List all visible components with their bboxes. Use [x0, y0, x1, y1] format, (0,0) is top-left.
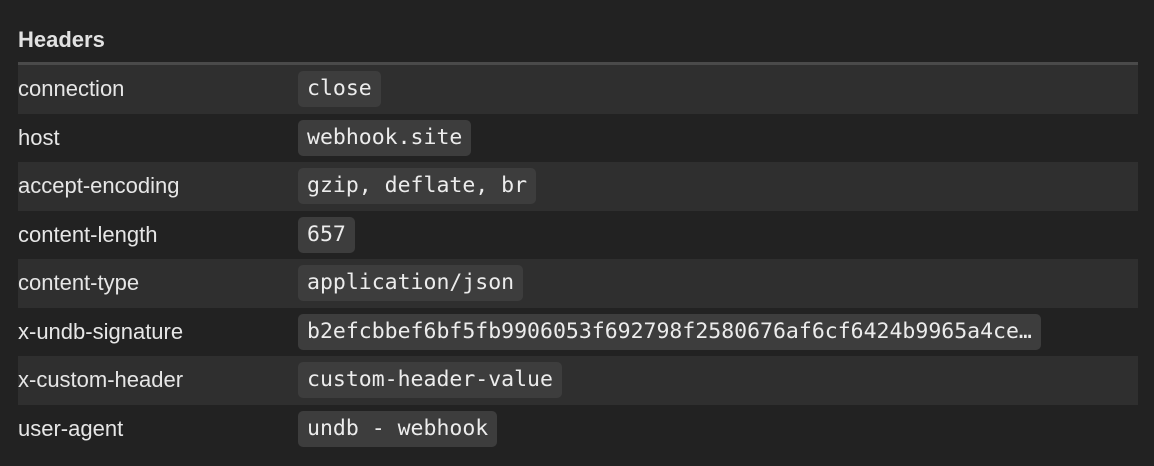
header-key: connection	[18, 76, 125, 102]
header-key: content-length	[18, 221, 158, 247]
header-value: gzip, deflate, br	[298, 168, 537, 205]
headers-table: connection close host webhook.site accep…	[18, 65, 1138, 453]
header-key: content-type	[18, 270, 140, 296]
header-value: undb - webhook	[298, 410, 498, 447]
header-key: x-custom-header	[18, 367, 184, 393]
header-key: user-agent	[18, 415, 124, 441]
header-key: x-undb-signature	[18, 318, 184, 344]
header-key: host	[18, 124, 60, 150]
header-row-accept-encoding: accept-encoding gzip, deflate, br	[18, 162, 1138, 211]
header-row-host: host webhook.site	[18, 113, 1138, 162]
header-value: custom-header-value	[298, 362, 562, 399]
section-title: Headers	[18, 27, 105, 52]
header-row-x-undb-signature: x-undb-signature b2efcbbef6bf5fb9906053f…	[18, 307, 1138, 356]
header-value: close	[298, 71, 381, 108]
header-row-connection: connection close	[18, 65, 1138, 114]
header-row-user-agent: user-agent undb - webhook	[18, 404, 1138, 453]
headers-panel: Headers connection close host webhook.si…	[18, 0, 1138, 453]
header-row-x-custom-header: x-custom-header custom-header-value	[18, 356, 1138, 405]
header-value: b2efcbbef6bf5fb9906053f692798f2580676af6…	[298, 313, 1041, 350]
header-value: webhook.site	[298, 119, 472, 156]
header-key: accept-encoding	[18, 173, 180, 199]
header-row-content-type: content-type application/json	[18, 259, 1138, 308]
header-value: application/json	[298, 265, 524, 302]
header-row-content-length: content-length 657	[18, 210, 1138, 259]
header-value: 657	[298, 216, 355, 253]
